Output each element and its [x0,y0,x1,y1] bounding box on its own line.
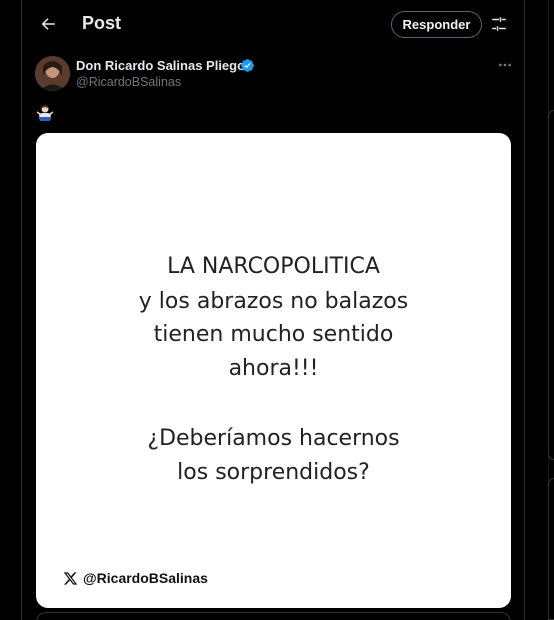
author-display-name[interactable]: Don Ricardo Salinas Pliego [76,58,245,73]
post-image[interactable]: LA NARCOPOLITICA y los abrazos no balazo… [36,133,511,608]
image-text-line: los sorprendidos? [177,460,370,485]
sliders-icon [492,17,506,31]
x-logo-icon [63,571,78,585]
settings-button[interactable] [487,12,511,36]
more-options-button[interactable] [494,56,516,74]
avatar-image [35,56,70,91]
arrow-left-icon [41,18,55,30]
avatar[interactable] [35,56,70,91]
more-horizontal-icon [499,63,511,67]
sidebar-card-edge [548,110,554,460]
post-author: Don Ricardo Salinas Pliego @RicardoBSali… [22,56,524,96]
post-header: Post Responder [22,0,524,48]
watermark-handle: @RicardoBSalinas [83,570,208,586]
reply-button[interactable]: Responder [391,11,482,38]
author-handle[interactable]: @RicardoBSalinas [76,75,181,89]
image-text-line: y los abrazos no balazos [138,289,409,314]
verified-badge-icon [241,59,254,72]
next-card-edge [36,612,511,620]
page-title: Post [82,13,122,33]
image-text-line: ahora!!! [228,356,319,381]
sidebar-card-edge [548,478,554,620]
image-text-line: ¿Deberíamos hacernos [147,426,400,451]
image-text-line: tienen mucho sentido [153,322,394,347]
timeline-right-border [524,0,525,620]
image-watermark: @RicardoBSalinas [63,568,208,588]
shrug-emoji [36,105,54,121]
back-button[interactable] [32,8,64,40]
image-text-line: LA NARCOPOLITICA [167,254,380,279]
